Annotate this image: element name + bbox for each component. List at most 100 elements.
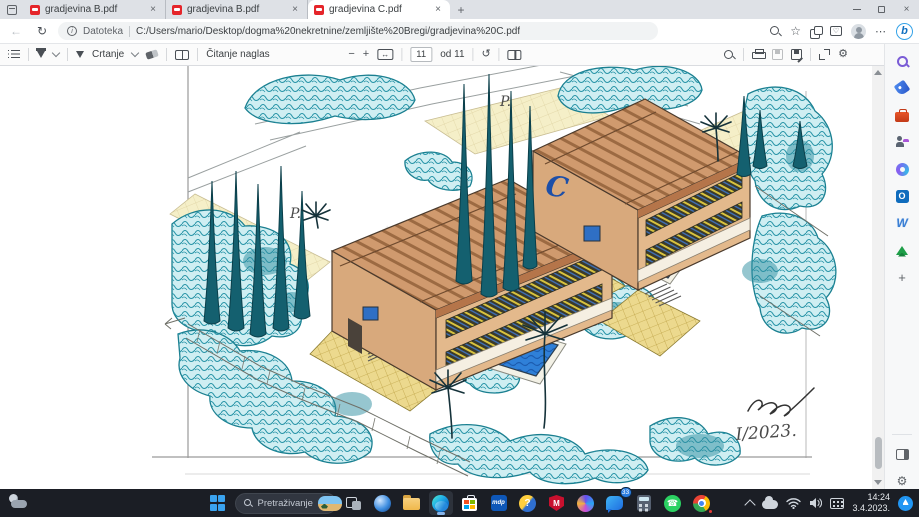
viewer-scrollbar[interactable] bbox=[872, 66, 884, 489]
scrollbar-thumb[interactable] bbox=[875, 437, 882, 469]
draw-label[interactable]: Crtanje bbox=[92, 49, 124, 60]
chrome-button[interactable] bbox=[690, 491, 714, 515]
sidebar-tree-app-icon[interactable] bbox=[894, 242, 910, 258]
sidebar-w-app-icon[interactable]: W bbox=[894, 215, 910, 231]
close-window-button[interactable]: × bbox=[894, 0, 919, 19]
minimize-button[interactable] bbox=[844, 0, 869, 19]
tab-gradjevina-c[interactable]: gradjevina C.pdf × bbox=[308, 0, 450, 19]
taskbar-clock[interactable]: 14:24 3.4.2023. bbox=[852, 492, 890, 514]
print-icon[interactable] bbox=[752, 49, 764, 60]
fit-to-width-icon[interactable]: ↔ bbox=[377, 49, 393, 60]
sidebar-tools-icon[interactable] bbox=[894, 107, 910, 123]
whatsapp-icon: ☎ bbox=[664, 495, 681, 512]
tab-gradjevina-b-2[interactable]: gradjevina B.pdf × bbox=[166, 0, 308, 19]
mdp-app-icon: mdp bbox=[491, 495, 507, 511]
blue-circle-app-icon bbox=[374, 495, 391, 512]
mcafee-button[interactable]: M bbox=[545, 491, 569, 515]
browser-essentials-icon[interactable]: ♡ bbox=[830, 26, 842, 36]
tab-gradjevina-b-1[interactable]: gradjevina B.pdf × bbox=[24, 0, 166, 19]
sidebar-outlook-icon[interactable]: O bbox=[894, 188, 910, 204]
tab-actions-icon bbox=[7, 5, 17, 15]
zoom-in-button[interactable]: + bbox=[363, 49, 369, 60]
info-icon[interactable]: i bbox=[67, 26, 77, 36]
pdf-settings-gear-icon[interactable]: ⚙ bbox=[838, 49, 848, 60]
sidebar-search-icon[interactable] bbox=[894, 53, 910, 69]
save-as-icon[interactable] bbox=[791, 49, 802, 60]
new-tab-button[interactable]: + bbox=[450, 0, 472, 19]
pdf-toolbar: Crtanje Čitanje naglas − + ↔ 11 od 11 bbox=[0, 44, 884, 66]
scroll-down-arrow[interactable] bbox=[874, 480, 882, 485]
close-tab-icon[interactable]: × bbox=[432, 4, 444, 15]
plus-icon: + bbox=[898, 270, 906, 285]
start-button[interactable] bbox=[206, 491, 230, 515]
quiz-app-button[interactable]: ? bbox=[516, 491, 540, 515]
scroll-up-arrow[interactable] bbox=[874, 70, 882, 75]
volume-icon[interactable] bbox=[809, 497, 822, 509]
onedrive-cloud-icon[interactable] bbox=[762, 500, 778, 509]
highlighter-icon[interactable] bbox=[37, 51, 45, 58]
table-of-contents-icon[interactable] bbox=[8, 50, 20, 59]
page-number-input[interactable]: 11 bbox=[410, 47, 432, 62]
widgets-weather-button[interactable] bbox=[8, 494, 30, 512]
sidebar-settings-button[interactable]: ⚙ bbox=[894, 473, 910, 489]
favorites-icon[interactable]: ☆ bbox=[790, 25, 801, 37]
tray-chevron-up-icon[interactable] bbox=[745, 499, 756, 510]
chrome-notification-dot bbox=[708, 509, 713, 514]
edge-browser-button[interactable] bbox=[429, 491, 453, 515]
search-document-icon[interactable] bbox=[723, 49, 735, 61]
sidebar-shopping-icon[interactable] bbox=[894, 80, 910, 96]
notification-badge[interactable] bbox=[898, 496, 913, 511]
calculator-button[interactable] bbox=[632, 491, 656, 515]
back-button[interactable]: ← bbox=[6, 24, 26, 38]
fullscreen-icon[interactable] bbox=[819, 49, 830, 60]
whatsapp-button[interactable]: ☎ bbox=[661, 491, 685, 515]
chat-app-button[interactable]: 33 bbox=[603, 491, 627, 515]
chevron-down-icon[interactable] bbox=[52, 49, 60, 57]
more-menu-icon[interactable]: ⋯ bbox=[875, 25, 887, 38]
bing-chat-button[interactable]: b bbox=[896, 23, 913, 40]
blue-circle-app-button[interactable] bbox=[371, 491, 395, 515]
page-view-icon[interactable] bbox=[508, 50, 522, 60]
taskbar-search-box[interactable]: Pretraživanje bbox=[235, 493, 337, 514]
eraser-icon[interactable] bbox=[145, 49, 159, 59]
microsoft-store-button[interactable] bbox=[458, 491, 482, 515]
search-placeholder: Pretraživanje bbox=[258, 498, 313, 509]
close-tab-icon[interactable]: × bbox=[147, 4, 159, 15]
sidebar-games-icon[interactable] bbox=[894, 134, 910, 150]
file-explorer-button[interactable] bbox=[400, 491, 424, 515]
profile-avatar[interactable] bbox=[851, 24, 866, 39]
tab-title: gradjevina B.pdf bbox=[187, 4, 284, 15]
mdp-app-button[interactable]: mdp bbox=[487, 491, 511, 515]
tab-strip: gradjevina B.pdf × gradjevina B.pdf × gr… bbox=[0, 0, 919, 19]
sidebar-designer-icon[interactable] bbox=[894, 161, 910, 177]
maximize-button[interactable] bbox=[869, 0, 894, 19]
save-icon[interactable] bbox=[772, 49, 783, 60]
pdf-viewer: .vegbase{fill:#cfeef2;stroke:#1a7f90;str… bbox=[0, 66, 884, 489]
sidebar-add-button[interactable]: + bbox=[894, 269, 910, 285]
wifi-icon[interactable] bbox=[786, 497, 801, 509]
collections-icon[interactable] bbox=[810, 26, 821, 37]
task-view-icon bbox=[346, 497, 361, 510]
draw-pen-icon[interactable] bbox=[76, 51, 84, 58]
edge-icon bbox=[432, 495, 449, 512]
rotate-icon[interactable]: ↺ bbox=[482, 49, 491, 60]
sidebar-panel-toggle[interactable] bbox=[894, 446, 910, 462]
address-bar[interactable]: i Datoteka C:/Users/mario/Desktop/dogma%… bbox=[58, 22, 658, 40]
store-icon bbox=[462, 498, 477, 511]
tab-actions-button[interactable] bbox=[0, 0, 24, 19]
windows-logo-icon bbox=[210, 495, 225, 510]
chevron-down-icon[interactable] bbox=[131, 49, 139, 57]
sidebar-divider bbox=[892, 434, 912, 435]
search-icon bbox=[244, 499, 253, 508]
read-aloud-button[interactable]: Čitanje naglas bbox=[206, 49, 269, 60]
zoom-out-button[interactable]: − bbox=[348, 49, 354, 60]
page-layout-icon[interactable] bbox=[175, 50, 189, 60]
edge-sidebar: O W + ⚙ bbox=[884, 44, 919, 489]
search-highlight-thumbnail[interactable] bbox=[318, 496, 342, 511]
find-on-page-icon[interactable] bbox=[769, 25, 781, 37]
task-view-button[interactable] bbox=[342, 491, 366, 515]
close-tab-icon[interactable]: × bbox=[289, 4, 301, 15]
refresh-button[interactable]: ↻ bbox=[32, 24, 52, 38]
copilot-button[interactable] bbox=[574, 491, 598, 515]
input-language-icon[interactable] bbox=[830, 498, 844, 509]
